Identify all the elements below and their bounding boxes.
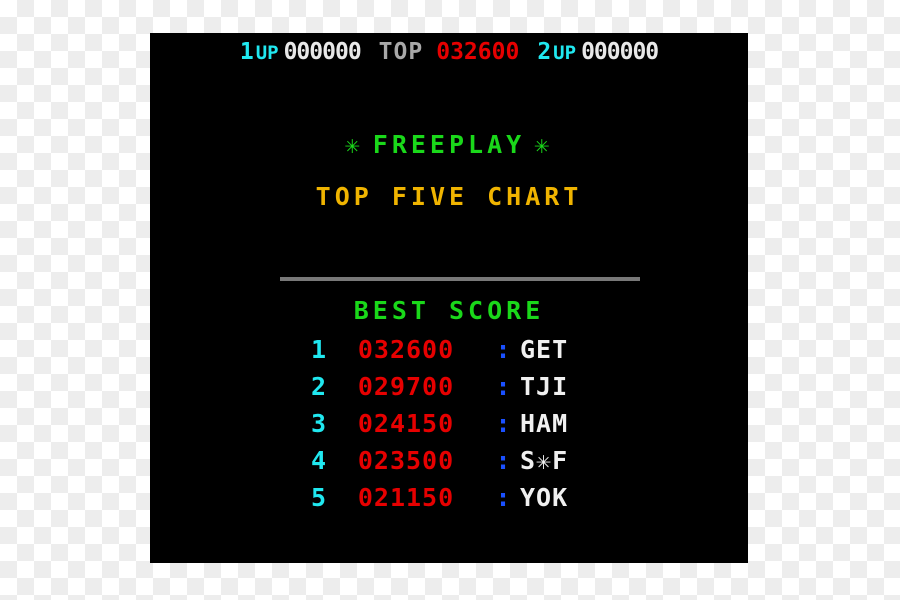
- row-separator: :: [495, 372, 511, 401]
- row-initials: GET: [520, 335, 569, 364]
- player1-score: 000000: [283, 39, 362, 65]
- player1-status: 1 UP 000000: [240, 39, 362, 65]
- player2-status: 2 UP 000000: [537, 39, 659, 65]
- high-score-table: 1 032600 : GET 2 029700 : TJI 3 024150 :…: [150, 335, 748, 520]
- row-separator: :: [495, 483, 511, 512]
- table-row: 5 021150 : YOK: [150, 483, 748, 520]
- player1-label: 1 UP: [240, 39, 279, 65]
- row-initials: S✳F: [520, 446, 569, 475]
- row-initials: HAM: [520, 409, 569, 438]
- row-rank: 1: [310, 335, 326, 364]
- table-row: 1 032600 : GET: [150, 335, 748, 372]
- row-initials: TJI: [520, 372, 569, 401]
- player1-number: 1: [239, 39, 254, 65]
- divider: [280, 277, 640, 281]
- row-rank: 3: [310, 409, 326, 438]
- player2-up-label: UP: [553, 42, 577, 64]
- row-separator: :: [495, 335, 511, 364]
- row-separator: :: [495, 409, 511, 438]
- chart-title: TOP FIVE CHART: [315, 182, 583, 211]
- row-initials: YOK: [520, 483, 569, 512]
- row-score: 032600: [357, 335, 455, 364]
- top-label: TOP: [378, 39, 424, 65]
- row-score: 021150: [357, 483, 455, 512]
- player1-up-label: UP: [255, 42, 279, 64]
- row-separator: :: [495, 446, 511, 475]
- row-rank: 2: [310, 372, 326, 401]
- player2-score: 000000: [581, 39, 659, 65]
- freeplay-banner: ✳ FREEPLAY ✳: [150, 130, 748, 159]
- player2-number: 2: [537, 39, 552, 65]
- row-score: 024150: [357, 409, 455, 438]
- table-row: 2 029700 : TJI: [150, 372, 748, 409]
- freeplay-label: FREEPLAY: [372, 130, 526, 159]
- table-row: 3 024150 : HAM: [150, 409, 748, 446]
- asterisk-icon-left: ✳: [344, 130, 364, 159]
- table-row: 4 023500 : S✳F: [150, 446, 748, 483]
- best-score-heading: BEST SCORE: [353, 296, 545, 325]
- asterisk-icon-right: ✳: [534, 130, 554, 159]
- row-rank: 5: [310, 483, 326, 512]
- row-score: 029700: [357, 372, 455, 401]
- top-status: TOP 032600: [379, 39, 520, 65]
- row-rank: 4: [310, 446, 326, 475]
- arcade-screen: 1 UP 000000 TOP 032600 2 UP 000000 ✳ FREEPL…: [150, 33, 748, 563]
- row-score: 023500: [357, 446, 455, 475]
- player2-label: 2 UP: [537, 39, 576, 65]
- status-bar: 1 UP 000000 TOP 032600 2 UP 000000: [150, 39, 748, 65]
- top-score: 032600: [436, 39, 520, 65]
